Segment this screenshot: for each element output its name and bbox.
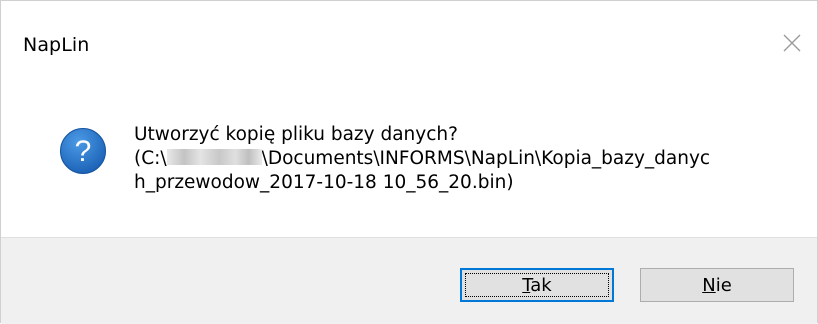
svg-text:?: ? (75, 135, 92, 168)
path-suffix: \Documents\INFORMS\NapLin\Kopia_bazy_dan… (261, 148, 711, 169)
message-line-path: (C:\ \Documents\INFORMS\NapLin\Kopia_bazy… (134, 147, 774, 171)
message-line-question: Utworzyć kopię pliku bazy danych? (134, 124, 458, 145)
no-button-label: Nie (702, 274, 732, 296)
no-button[interactable]: Nie (640, 268, 794, 302)
close-icon (783, 34, 801, 52)
question-icon: ? (60, 128, 106, 174)
message-text: Utworzyć kopię pliku bazy danych? (C:\ \D… (134, 123, 774, 195)
title-bar[interactable]: NapLin (1, 1, 817, 79)
message-box-dialog: NapLin ? Utworzyć kopię pliku bazy danyc… (0, 0, 818, 324)
message-area: ? Utworzyć kopię pliku bazy danych? (C:\… (1, 79, 817, 237)
yes-button-label: Tak (522, 274, 552, 296)
button-bar: Tak Nie (1, 237, 817, 324)
window-title: NapLin (23, 34, 90, 56)
message-line-filename: h_przewodow_2017-10-18 10_56_20.bin) (134, 172, 514, 193)
close-button[interactable] (767, 19, 817, 67)
yes-button[interactable]: Tak (460, 268, 614, 302)
path-prefix: (C:\ (134, 148, 167, 169)
redacted-username (166, 149, 262, 165)
